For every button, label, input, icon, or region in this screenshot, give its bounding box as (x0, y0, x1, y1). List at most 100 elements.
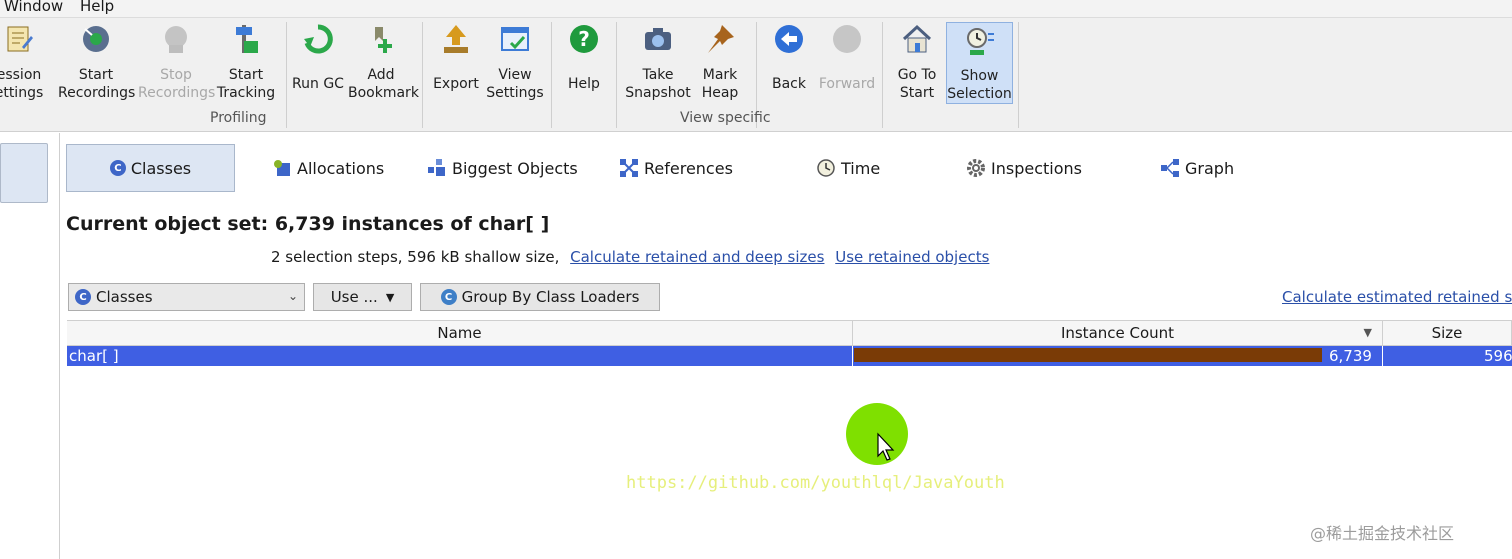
classes-table: Name Instance Count ▼ Size char[ ] 6,739… (67, 320, 1512, 559)
add-bookmark-icon (364, 22, 398, 56)
dropdown-arrow-icon: ▼ (385, 290, 395, 304)
add-bookmark-label-2: Bookmark (348, 85, 419, 101)
instance-count-bar (854, 348, 1322, 362)
references-icon (619, 158, 639, 178)
tab-references[interactable]: References (619, 144, 733, 192)
export-button[interactable]: Export (430, 20, 482, 106)
menu-bar: Window Help (0, 0, 1512, 18)
watermark-url: https://github.com/youthlql/JavaYouth (626, 473, 1005, 493)
view-settings-label-2: Settings (486, 85, 544, 101)
object-set-summary: 2 selection steps, 596 kB shallow size, (271, 248, 560, 266)
use-button-label: Use ... (330, 288, 378, 306)
help-icon: ? (567, 22, 601, 56)
take-snapshot-button[interactable]: Take Snapshot (624, 20, 692, 106)
forward-arrow-icon (830, 22, 864, 56)
view-settings-button[interactable]: View Settings (484, 20, 546, 106)
mark-heap-button[interactable]: Mark Heap (694, 20, 746, 106)
tab-biggest-objects[interactable]: Biggest Objects (427, 144, 578, 192)
tab-biggest-objects-label: Biggest Objects (452, 158, 578, 178)
column-header-instance-count-label: Instance Count (1060, 324, 1175, 342)
column-header-size[interactable]: Size (1383, 321, 1512, 346)
camera-icon (641, 22, 675, 56)
menu-help[interactable]: Help (80, 0, 114, 15)
allocations-icon (272, 158, 292, 178)
session-settings-label-2: ettings (0, 85, 44, 101)
recycle-icon (301, 22, 335, 56)
tab-time[interactable]: Time (816, 144, 880, 192)
show-selection-label-2: Selection (947, 86, 1012, 102)
take-snapshot-label-2: Snapshot (625, 85, 691, 101)
column-divider (852, 346, 853, 366)
view-select-value: Classes (96, 288, 153, 306)
toolbar-separator (882, 22, 883, 128)
sort-descending-icon: ▼ (1363, 326, 1372, 339)
export-icon (439, 22, 473, 56)
tab-classes-label: Classes (130, 158, 192, 178)
add-bookmark-label-1: Add (367, 67, 395, 83)
use-retained-objects-link[interactable]: Use retained objects (835, 248, 989, 266)
toolbar-separator (1018, 22, 1019, 128)
group-label-view-specific: View specific (680, 110, 771, 126)
svg-text:?: ? (578, 27, 590, 51)
mark-heap-label-1: Mark (702, 67, 738, 83)
tab-inspections[interactable]: Inspections (966, 144, 1082, 192)
tab-time-label: Time (841, 158, 881, 178)
column-header-instance-count[interactable]: Instance Count ▼ (853, 321, 1383, 346)
run-gc-button[interactable]: Run GC (290, 20, 346, 106)
column-header-name[interactable]: Name (67, 321, 853, 346)
gear-icon (966, 158, 986, 178)
pin-icon (703, 22, 737, 56)
start-tracking-label-2: Tracking (216, 85, 276, 101)
stop-recordings-button[interactable]: Stop Recordings (138, 20, 216, 106)
start-tracking-label-1: Start (228, 67, 264, 83)
go-to-start-label-1: Go To (897, 67, 937, 83)
go-to-start-label-2: Start (899, 85, 935, 101)
app-window: Window Help ession ettings Start Recording… (0, 0, 1512, 559)
take-snapshot-label-1: Take (642, 67, 674, 83)
go-to-start-button[interactable]: Go To Start (890, 20, 944, 106)
stop-recordings-label-2: Recordings (138, 85, 216, 101)
left-panel-selected-item[interactable] (0, 143, 48, 203)
row-size: 596 (1484, 347, 1512, 365)
show-selection-button[interactable]: Show Selection (946, 22, 1013, 104)
calculate-estimated-retained-link[interactable]: Calculate estimated retained siz (1282, 288, 1512, 306)
object-set-summary-line: 2 selection steps, 596 kB shallow size, … (271, 248, 989, 266)
mouse-cursor-icon (877, 432, 895, 461)
tab-allocations[interactable]: Allocations (272, 144, 384, 192)
menu-window[interactable]: Window (4, 0, 63, 15)
view-settings-label-1: View (498, 67, 532, 83)
run-gc-label: Run GC (292, 76, 344, 92)
calculate-retained-deep-link[interactable]: Calculate retained and deep sizes (570, 248, 824, 266)
group-label-profiling: Profiling (210, 110, 267, 126)
tab-graph[interactable]: Graph (1160, 144, 1234, 192)
forward-button[interactable]: Forward (818, 20, 876, 106)
forward-label: Forward (818, 76, 876, 92)
toolbar-separator (551, 22, 552, 128)
session-settings-button[interactable]: ession ettings (0, 20, 44, 106)
show-selection-label-1: Show (960, 68, 999, 84)
use-button[interactable]: Use ... ▼ (313, 283, 412, 311)
back-button[interactable]: Back (764, 20, 814, 106)
start-tracking-button[interactable]: Start Tracking (216, 20, 276, 106)
stop-recordings-icon (159, 22, 193, 56)
chevron-down-icon: ⌄ (287, 289, 298, 303)
toolbar-separator (616, 22, 617, 128)
add-bookmark-button[interactable]: Add Bookmark (348, 20, 419, 106)
group-by-class-loaders-button[interactable]: C Group By Class Loaders (420, 283, 660, 311)
row-name: char[ ] (69, 347, 119, 365)
help-button[interactable]: ? Help (560, 20, 608, 106)
view-settings-icon (498, 22, 532, 56)
toolbar: ession ettings Start Recordings Stop Record… (0, 18, 1512, 132)
class-icon: C (109, 160, 126, 176)
start-recordings-button[interactable]: Start Recordings (58, 20, 135, 106)
start-tracking-icon (229, 22, 263, 56)
table-row[interactable]: char[ ] 6,739 596 (67, 346, 1512, 366)
session-settings-icon (2, 22, 36, 56)
tab-graph-label: Graph (1185, 158, 1235, 178)
group-by-class-loaders-label: Group By Class Loaders (461, 288, 640, 306)
view-select[interactable]: C Classes ⌄ (68, 283, 305, 311)
graph-icon (1160, 158, 1180, 178)
corner-watermark: @稀土掘金技术社区 (1310, 524, 1455, 543)
tab-classes[interactable]: C Classes (66, 144, 235, 192)
toolbar-separator (286, 22, 287, 128)
